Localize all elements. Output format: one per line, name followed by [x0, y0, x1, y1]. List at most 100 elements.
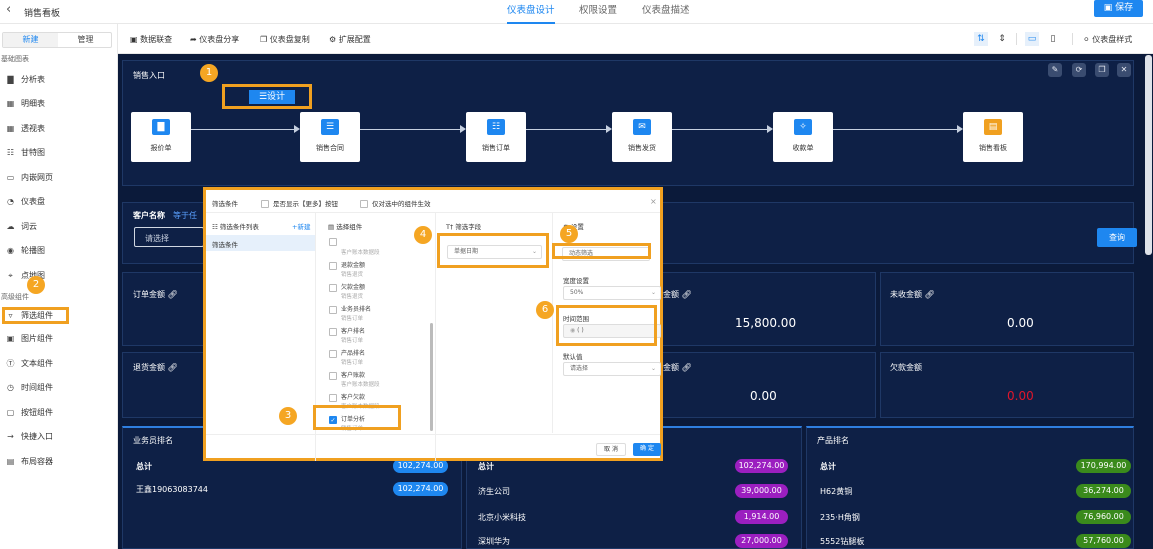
sidebar-item[interactable]: ▦ 透视表 — [6, 121, 45, 135]
data-linkage-button[interactable]: ▣ 数据联查 — [130, 34, 172, 45]
save-button[interactable]: ▣ 保存 — [1094, 0, 1143, 17]
component-list-item[interactable]: 退款金额 销售退货 — [329, 260, 419, 282]
step-marker: 4 — [414, 226, 432, 244]
advanced-group-label: 高级组件 — [1, 293, 29, 301]
sidebar-item[interactable]: ◉ 轮播图 — [6, 244, 45, 258]
map-pin-icon: ⌖ — [8, 270, 13, 280]
component-list-item[interactable]: 客户账本数据段 — [329, 238, 419, 260]
checkbox[interactable] — [329, 305, 337, 314]
checkbox[interactable] — [329, 261, 337, 270]
component-item-label: 欠款金额 — [341, 284, 366, 291]
checkbox[interactable] — [329, 283, 337, 292]
sidebar-item-label: 布局容器 — [21, 456, 53, 466]
component-item-source: 销售退货 — [341, 294, 364, 300]
dashboard-style-button[interactable]: ⚪ 仪表盘样式 — [1083, 34, 1132, 45]
component-list-item[interactable]: 客户账款 客户账本数据段 — [329, 370, 419, 392]
new-condition-button[interactable]: +新建 — [292, 221, 310, 231]
selected-only-checkbox[interactable]: 仅对选中的组件生效 — [360, 198, 431, 208]
condition-item[interactable]: 筛选条件 — [206, 235, 315, 251]
canvas-scrollbar[interactable] — [1145, 55, 1152, 255]
checkbox[interactable] — [329, 393, 337, 402]
component-list-scrollbar[interactable] — [430, 323, 433, 431]
rank-row-name: 总计 — [478, 462, 494, 471]
flow-connector — [526, 129, 606, 130]
rank-value-pill: 170,994.00 — [1076, 459, 1131, 473]
rank-row-name: 深圳华为 — [478, 537, 510, 546]
dialog-title: 筛选条件 — [212, 200, 238, 208]
flow-node[interactable]: ✧ 收款单 — [773, 112, 833, 162]
checkbox[interactable] — [329, 238, 337, 246]
width-select-value: 50% — [570, 289, 584, 296]
tab-dashboard-design[interactable]: 仪表盘设计 — [507, 0, 555, 24]
edit-icon[interactable]: ✎ — [1048, 63, 1062, 77]
component-list-item[interactable]: 业务员排名 销售订单 — [329, 304, 419, 326]
step-marker: 3 — [279, 407, 297, 425]
grid-icon: ▦ — [6, 123, 15, 133]
sidebar-item[interactable]: ▤ 布局容器 — [6, 454, 53, 468]
flow-node-icon: ▤ — [984, 119, 1002, 135]
kpi-title: 未收金额 🔗︎ — [890, 289, 935, 300]
checkbox[interactable] — [329, 371, 337, 380]
customer-select[interactable]: 请选择 — [134, 227, 204, 247]
flow-node-label: 销售发货 — [628, 144, 656, 152]
close-icon[interactable]: × — [650, 197, 657, 206]
extension-config-button[interactable]: ⚙ 扩展配置 — [329, 34, 371, 45]
component-list-item[interactable]: 欠款金额 销售退货 — [329, 282, 419, 304]
show-more-checkbox[interactable]: 是否显示【更多】按钮 — [261, 198, 338, 208]
tab-new[interactable]: 新建 — [3, 33, 58, 47]
sidebar-item[interactable]: → 快捷入口 — [6, 430, 53, 444]
chevron-left-icon[interactable]: ‹ — [6, 2, 11, 17]
desktop-view-icon[interactable]: ▭ — [1025, 32, 1039, 46]
sidebar-item[interactable]: ◷ 时间组件 — [6, 381, 53, 395]
sidebar-item-label: 明细表 — [21, 99, 45, 108]
mobile-view-icon[interactable]: ▯ — [1046, 32, 1060, 46]
kpi-value: 0.00 — [1007, 389, 1034, 403]
align-height-icon[interactable]: ⇕ — [995, 32, 1009, 46]
component-list-item[interactable]: 客户排名 销售订单 — [329, 326, 419, 348]
query-button[interactable]: 查询 — [1097, 228, 1137, 247]
flow-node[interactable]: ✉ 销售发货 — [612, 112, 672, 162]
rank-row-name: 北京小米科技 — [478, 513, 526, 522]
sidebar-item[interactable]: ◔ 仪表盘 — [6, 195, 45, 209]
clock-icon: ◷ — [7, 383, 14, 392]
cancel-button[interactable]: 取 消 — [596, 443, 626, 456]
checkbox[interactable] — [329, 327, 337, 336]
link-icon: 🔗︎ — [167, 363, 178, 372]
sidebar-item[interactable]: ☁ 词云 — [6, 219, 38, 233]
sidebar-item[interactable]: ☷ 甘特图 — [6, 146, 45, 160]
sidebar-item[interactable]: ▇ 分析表 — [6, 72, 45, 86]
flow-node[interactable]: ☰ 销售合同 — [300, 112, 360, 162]
dashboard-share-button[interactable]: ➦ 仪表盘分享 — [190, 34, 239, 45]
checkbox[interactable] — [329, 349, 337, 358]
width-select[interactable]: 50% ⌄ — [563, 286, 661, 300]
flow-node-icon: ▇ — [152, 119, 170, 135]
flow-node[interactable]: ▤ 销售看板 — [963, 112, 1023, 162]
design-button[interactable]: ☰设计 — [249, 90, 295, 104]
close-icon[interactable]: ✕ — [1117, 63, 1131, 77]
sidebar-item[interactable]: ▿ 筛选组件 — [2, 307, 69, 324]
tab-manage[interactable]: 管理 — [58, 33, 111, 47]
confirm-button[interactable]: 确 定 — [633, 443, 661, 456]
default-value-select[interactable]: 请选择 ⌄ — [563, 362, 661, 376]
tab-permission-settings[interactable]: 权限设置 — [579, 0, 617, 24]
flow-node[interactable]: ☷ 销售订单 — [466, 112, 526, 162]
sidebar-item[interactable]: ▢ 按钮组件 — [6, 405, 53, 419]
kpi-value: 15,800.00 — [735, 316, 797, 330]
filter-icon: ▿ — [8, 311, 13, 320]
component-item-row — [329, 238, 341, 246]
checkbox-box — [261, 200, 269, 208]
sidebar-item[interactable]: ▣ 图片组件 — [6, 332, 53, 346]
sidebar-item[interactable]: Ⓣ 文本组件 — [6, 356, 54, 370]
tab-dashboard-description[interactable]: 仪表盘描述 — [642, 0, 690, 24]
refresh-icon[interactable]: ⟳ — [1072, 63, 1086, 77]
flow-title: 销售入口 — [133, 71, 165, 80]
component-item-label: 客户账款 — [341, 372, 366, 379]
default-value-label: 默认值 — [563, 353, 583, 361]
sidebar-item[interactable]: ▦ 明细表 — [6, 97, 45, 111]
component-list-item[interactable]: 产品排名 销售订单 — [329, 348, 419, 370]
copy-icon[interactable]: ❐ — [1095, 63, 1109, 77]
dashboard-copy-button[interactable]: ❐ 仪表盘复制 — [260, 34, 310, 45]
flow-node[interactable]: ▇ 报价单 — [131, 112, 191, 162]
sidebar-item[interactable]: ▭ 内嵌网页 — [6, 170, 53, 184]
align-vertical-icon[interactable]: ⇅ — [974, 32, 988, 46]
